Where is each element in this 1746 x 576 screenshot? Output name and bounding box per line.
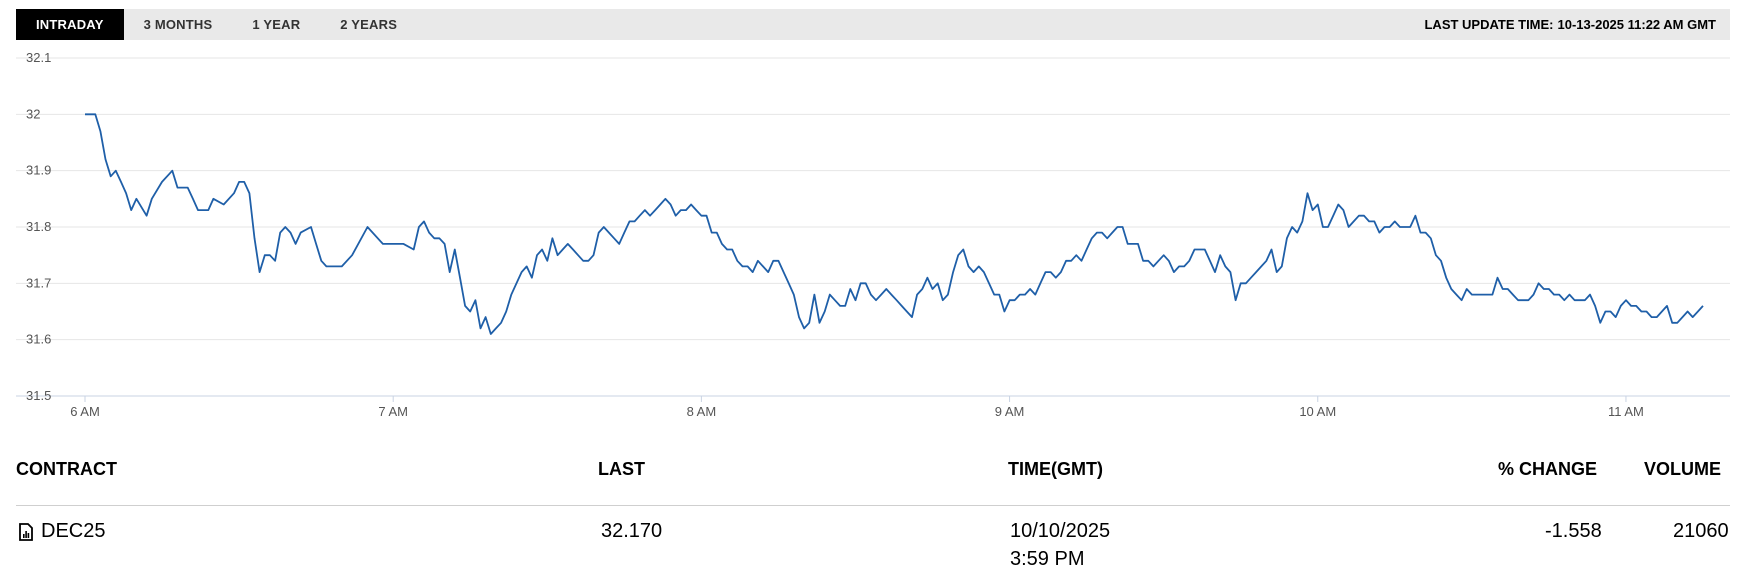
last-update-value: 10-13-2025 11:22 AM GMT: [1557, 17, 1716, 32]
tab-3-months[interactable]: 3 MONTHS: [124, 9, 233, 40]
volume: 21060: [1673, 520, 1729, 542]
intraday-price-chart: 32.1 32 31.9 31.8 31.7 31.6 31.5 6 AM 7 AM 8 AM 9 …: [16, 50, 1730, 419]
x-tick-label: 8 AM: [687, 404, 717, 419]
tab-2-years[interactable]: 2 YEARS: [320, 9, 417, 40]
time-range-tabs: INTRADAY 3 MONTHS 1 YEAR 2 YEARS LAST UP…: [16, 9, 1730, 40]
x-tick-label: 7 AM: [378, 404, 408, 419]
header-volume: VOLUME: [1644, 459, 1722, 479]
contract-table-header: CONTRACT LAST TIME(GMT) % CHANGE VOLUME: [16, 455, 1730, 506]
tab-1-year[interactable]: 1 YEAR: [232, 9, 320, 40]
header-time: TIME(GMT): [1008, 459, 1103, 479]
last-price: 32.170: [601, 520, 663, 542]
y-tick-label: 32: [26, 106, 40, 121]
y-tick-label: 31.7: [26, 275, 51, 290]
last-update-label: LAST UPDATE TIME:: [1424, 17, 1554, 32]
contract-cell[interactable]: DEC25: [19, 520, 105, 543]
header-change: % CHANGE: [1498, 459, 1598, 479]
x-tick-label: 6 AM: [70, 404, 100, 419]
table-row: DEC25 32.170 10/10/2025 3:59 PM -1.558 2…: [16, 510, 1730, 570]
document-chart-icon: [19, 522, 33, 541]
price-series-line: [85, 113, 1704, 335]
y-tick-label: 31.6: [26, 332, 51, 347]
contract-name: DEC25: [41, 520, 106, 542]
y-tick-label: 31.5: [26, 388, 51, 403]
tab-intraday[interactable]: INTRADAY: [16, 9, 124, 40]
y-tick-label: 31.8: [26, 219, 51, 234]
trade-time: 3:59 PM: [1010, 548, 1085, 570]
last-update: LAST UPDATE TIME: 10-13-2025 11:22 AM GM…: [1424, 17, 1730, 32]
x-tick-label: 11 AM: [1608, 404, 1644, 419]
header-contract: CONTRACT: [16, 459, 117, 479]
header-last: LAST: [598, 459, 645, 479]
x-tick-label: 9 AM: [995, 404, 1025, 419]
y-tick-label: 32.1: [26, 50, 51, 65]
y-tick-label: 31.9: [26, 163, 51, 178]
trade-date: 10/10/2025: [1010, 520, 1111, 542]
percent-change: -1.558: [1545, 520, 1602, 542]
x-tick-label: 10 AM: [1299, 404, 1336, 419]
